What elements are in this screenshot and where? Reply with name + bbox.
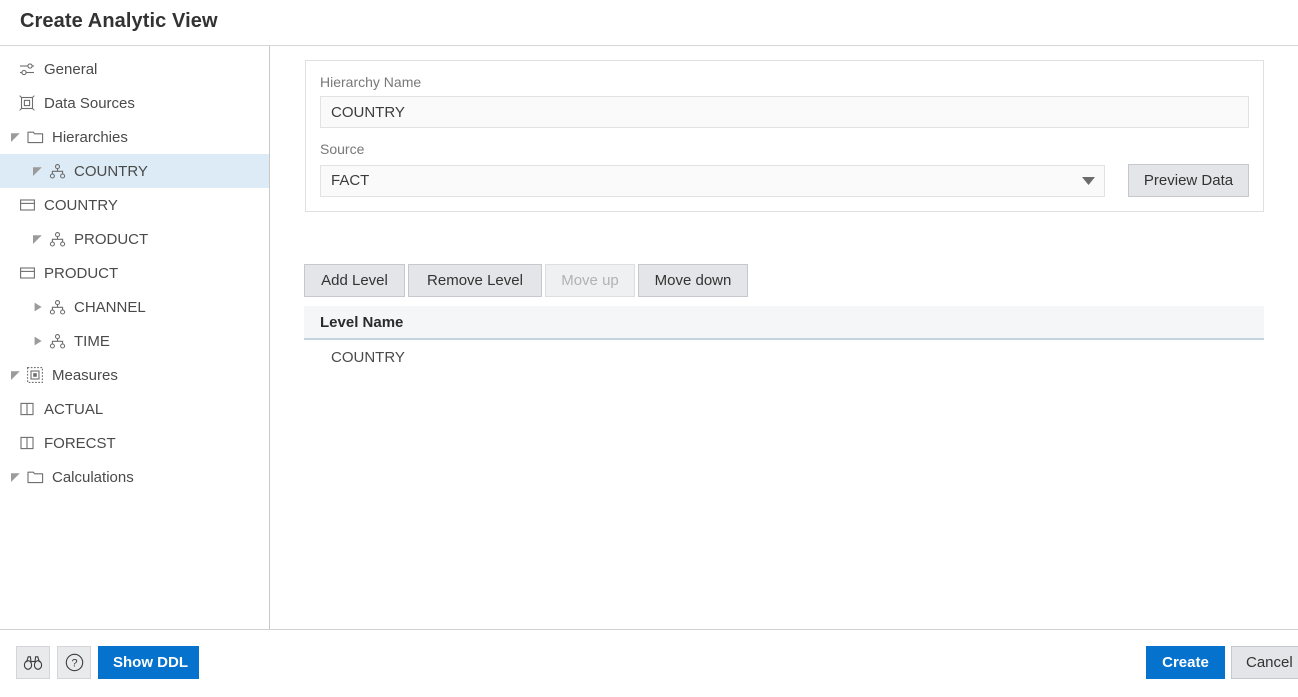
hierarchy-icon xyxy=(46,290,68,324)
tree-item-label: Calculations xyxy=(52,470,134,485)
source-select-col xyxy=(320,165,1105,197)
measures-icon xyxy=(24,358,46,392)
tree-item-forecst-11[interactable]: FORECST xyxy=(0,426,269,460)
remove-level-button[interactable]: Remove Level xyxy=(408,264,542,297)
twisty-expanded-icon[interactable] xyxy=(30,222,46,256)
level-icon xyxy=(16,188,38,222)
source-select[interactable] xyxy=(320,165,1105,197)
move-down-button[interactable]: Move down xyxy=(638,264,748,297)
tree-item-label: Measures xyxy=(52,368,118,383)
hierarchy-icon xyxy=(46,222,68,256)
svg-text:?: ? xyxy=(71,658,77,670)
create-analytic-view-dialog: Create Analytic View General Data Sources… xyxy=(0,0,1298,697)
tree-item-channel-7[interactable]: CHANNEL xyxy=(0,290,269,324)
hierarchy-icon xyxy=(46,324,68,358)
tree-item-product-5[interactable]: PRODUCT xyxy=(0,222,269,256)
twisty-collapsed-icon[interactable] xyxy=(30,324,46,358)
help-icon: ? xyxy=(65,653,84,672)
main-content-panel: Hierarchy Name Source Preview Data xyxy=(271,46,1298,629)
binoculars-button[interactable] xyxy=(16,646,50,679)
tree-item-country-3[interactable]: COUNTRY xyxy=(0,154,269,188)
tree-item-general-0[interactable]: General xyxy=(0,52,269,86)
datasource-icon xyxy=(16,86,38,120)
tree-item-label: CHANNEL xyxy=(74,300,146,315)
navigation-sidebar: General Data Sources Hierarchies COUNTRY COU… xyxy=(0,46,270,629)
source-select-wrap xyxy=(320,165,1105,197)
tree-item-label: Data Sources xyxy=(44,96,135,111)
add-level-button[interactable]: Add Level xyxy=(304,264,405,297)
measure-icon xyxy=(16,392,38,426)
twisty-expanded-icon[interactable] xyxy=(30,154,46,188)
create-button[interactable]: Create xyxy=(1146,646,1225,679)
tree-item-hierarchies-2[interactable]: Hierarchies xyxy=(0,120,269,154)
footer-right-actions: Create Cancel xyxy=(1146,646,1298,679)
hierarchy-icon xyxy=(46,154,68,188)
cancel-button[interactable]: Cancel xyxy=(1231,646,1298,679)
folder-icon xyxy=(24,460,46,494)
measure-icon xyxy=(16,426,38,460)
tree-item-label: Hierarchies xyxy=(52,130,128,145)
hierarchy-name-label: Hierarchy Name xyxy=(320,75,1249,90)
tree-item-measures-9[interactable]: Measures xyxy=(0,358,269,392)
hierarchy-name-field-block: Hierarchy Name xyxy=(320,75,1249,128)
tree-item-country-4[interactable]: COUNTRY xyxy=(0,188,269,222)
table-row[interactable]: COUNTRY xyxy=(304,340,1264,374)
twisty-expanded-icon[interactable] xyxy=(8,460,24,494)
twisty-expanded-icon[interactable] xyxy=(8,358,24,392)
twisty-expanded-icon[interactable] xyxy=(8,120,24,154)
levels-table-body: COUNTRY xyxy=(304,340,1264,374)
preview-data-button[interactable]: Preview Data xyxy=(1128,164,1249,197)
tree-item-label: FORECST xyxy=(44,436,116,451)
tree-item-calculations-12[interactable]: Calculations xyxy=(0,460,269,494)
twisty-collapsed-icon[interactable] xyxy=(30,290,46,324)
tree-item-time-8[interactable]: TIME xyxy=(0,324,269,358)
tree-item-label: General xyxy=(44,62,97,77)
show-ddl-button[interactable]: Show DDL xyxy=(98,646,199,679)
hierarchy-properties-card: Hierarchy Name Source Preview Data xyxy=(305,60,1264,212)
tree-item-label: PRODUCT xyxy=(74,232,148,247)
folder-icon xyxy=(24,120,46,154)
levels-table: Level Name COUNTRY xyxy=(304,306,1264,374)
page-title: Create Analytic View xyxy=(20,10,218,33)
levels-column-header[interactable]: Level Name xyxy=(304,314,403,331)
source-label: Source xyxy=(320,142,1249,157)
tree-item-product-6[interactable]: PRODUCT xyxy=(0,256,269,290)
levels-table-header: Level Name xyxy=(304,306,1264,340)
levels-toolbar: Add Level Remove Level Move up Move down xyxy=(304,264,751,297)
dialog-footer: ? Show DDL Create Cancel xyxy=(0,629,1298,697)
tree-item-label: ACTUAL xyxy=(44,402,103,417)
tree-item-actual-10[interactable]: ACTUAL xyxy=(0,392,269,426)
tree-item-data-sources-1[interactable]: Data Sources xyxy=(0,86,269,120)
source-row: Preview Data xyxy=(320,164,1249,197)
binoculars-icon xyxy=(23,656,43,670)
help-button[interactable]: ? xyxy=(57,646,91,679)
tree-item-label: COUNTRY xyxy=(74,164,148,179)
tree-item-label: COUNTRY xyxy=(44,198,118,213)
sliders-icon xyxy=(16,52,38,86)
levels-cell: COUNTRY xyxy=(304,349,405,366)
footer-left-actions: ? Show DDL xyxy=(16,646,199,679)
tree-item-label: PRODUCT xyxy=(44,266,118,281)
dialog-titlebar: Create Analytic View xyxy=(0,0,1298,46)
hierarchy-name-input[interactable] xyxy=(320,96,1249,128)
move-up-button[interactable]: Move up xyxy=(545,264,635,297)
tree-item-label: TIME xyxy=(74,334,110,349)
source-field-block: Source Preview Data xyxy=(320,142,1249,196)
object-tree: General Data Sources Hierarchies COUNTRY COU… xyxy=(0,46,269,494)
level-icon xyxy=(16,256,38,290)
